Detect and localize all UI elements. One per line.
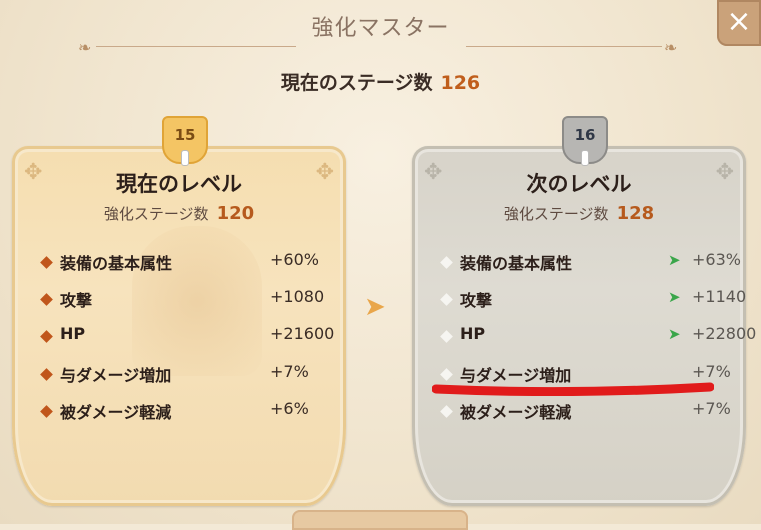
current-level-card: ✥ ✥ 現在のレベル 強化ステージ数 120 装備の基本属性 +60% 攻撃 +1… [12,146,346,506]
stat-name: HP [60,324,86,343]
stat-row-damage-reduction: 被ダメージ軽減 +7% [436,399,732,429]
stat-name: 攻撃 [460,291,493,310]
stat-name: 攻撃 [60,291,93,310]
stat-value: +7% [270,362,309,381]
close-button[interactable]: × [717,0,761,46]
stat-row-attack: 攻撃 +1080 [36,287,332,317]
stat-value: +1080 [270,287,325,306]
diamond-bullet-icon [40,368,53,381]
stat-name: HP [460,324,486,343]
stat-value: +21600 [270,324,335,343]
next-level-card: ✥ ✥ 次のレベル 強化ステージ数 128 装備の基本属性 ➤ +63% 攻撃 ➤… [412,146,756,506]
stat-row-damage-increase: 与ダメージ増加 +7% [36,362,332,392]
stage-value: 120 [216,203,255,224]
next-arrow-icon: ➤ [364,292,386,322]
diamond-bullet-icon [440,330,453,343]
diamond-bullet-icon [40,256,53,269]
stat-name: 被ダメージ軽減 [460,403,572,422]
stage-label: 強化ステージ数 [503,205,609,223]
next-level-title: 次のレベル [526,172,632,196]
stat-row-damage-reduction: 被ダメージ軽減 +6% [36,399,332,429]
stage-count-label: 現在のステージ数 [280,72,433,94]
close-icon: × [726,4,752,39]
stat-value: +22800 [692,324,757,343]
increase-arrow-icon: ➤ [668,288,681,306]
title-ornament-left [96,46,296,47]
leaf-ornament-left-icon: ❧ [78,38,92,57]
stage-label: 強化ステージ数 [103,205,209,223]
stat-row-hp: HP ➤ +22800 [436,324,756,354]
current-level-title: 現在のレベル [116,172,242,196]
stat-name: 被ダメージ軽減 [60,403,172,422]
stat-row-base-attribute: 装備の基本属性 +60% [36,250,332,280]
increase-arrow-icon: ➤ [668,251,681,269]
diamond-bullet-icon [440,368,453,381]
increase-arrow-icon: ➤ [668,325,681,343]
stat-row-attack: 攻撃 ➤ +1140 [436,287,746,317]
badge-pin-icon [581,150,589,166]
badge-pin-icon [181,150,189,166]
stat-row-base-attribute: 装備の基本属性 ➤ +63% [436,250,741,280]
diamond-bullet-icon [40,405,53,418]
current-stage-count: 現在のステージ数 126 [0,68,761,95]
next-level-stage: 強化ステージ数 128 [412,203,746,224]
diamond-bullet-icon [440,293,453,306]
page-title: 強化マスター [311,16,450,41]
stat-value: +63% [692,250,741,269]
diamond-bullet-icon [40,293,53,306]
current-level-stage: 強化ステージ数 120 [12,203,346,224]
bottom-tab[interactable] [292,510,468,530]
stat-value: +60% [270,250,319,269]
diamond-bullet-icon [440,405,453,418]
stat-row-hp: HP +21600 [36,324,335,354]
diamond-bullet-icon [40,330,53,343]
diamond-bullet-icon [440,256,453,269]
stat-name: 与ダメージ増加 [60,366,172,385]
red-underline-annotation [432,382,714,396]
stat-name: 装備の基本属性 [460,254,573,273]
stat-value: +7% [692,362,731,381]
stat-value: +6% [270,399,309,418]
leaf-ornament-right-icon: ❧ [664,38,678,57]
stat-value: +1140 [692,287,747,306]
stat-value: +7% [692,399,731,418]
stage-value: 128 [616,203,655,224]
stat-name: 装備の基本属性 [60,254,173,273]
stage-count-value: 126 [440,72,481,94]
title-ornament-right [466,46,662,47]
